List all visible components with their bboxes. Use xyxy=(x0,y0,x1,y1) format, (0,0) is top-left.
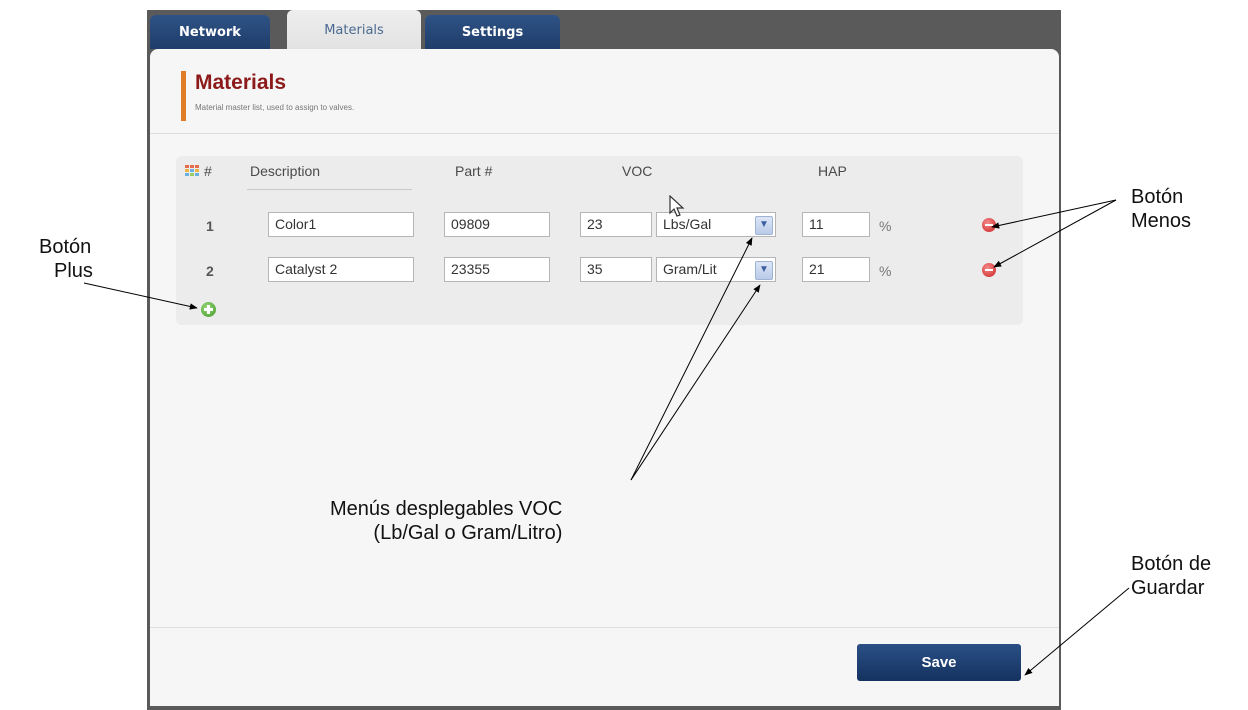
callout-voc-line2: (Lb/Gal o Gram/Litro) xyxy=(373,522,563,544)
add-row-button[interactable] xyxy=(201,302,216,317)
header-accent-bar xyxy=(181,71,186,121)
page-title: Materials xyxy=(195,71,287,94)
callout-save-line2: Guardar xyxy=(1131,577,1205,599)
row-2-voc-input[interactable]: 35 xyxy=(580,257,652,282)
tab-network[interactable]: Network xyxy=(150,15,270,49)
materials-grid xyxy=(176,156,1023,325)
save-button[interactable]: Save xyxy=(857,644,1021,681)
tab-materials[interactable]: Materials xyxy=(287,10,421,50)
grid-icon xyxy=(185,165,199,176)
callout-voc-line1: Menús desplegables VOC xyxy=(330,498,563,520)
callout-minus-line2: Menos xyxy=(1131,210,1192,232)
tab-settings-label: Settings xyxy=(461,24,524,40)
row-2-hap-input[interactable]: 21 xyxy=(802,257,870,282)
callout-save: Botón de Guardar xyxy=(1131,552,1211,600)
callout-plus: Botón Plus xyxy=(39,235,93,283)
tab-materials-label: Materials xyxy=(324,22,384,38)
row-1-hap-input[interactable]: 11 xyxy=(802,212,870,237)
materials-panel: Materials Material master list, used to … xyxy=(150,49,1059,706)
row-1-hap-unit: % xyxy=(879,218,892,234)
callout-save-line1: Botón de xyxy=(1131,553,1212,575)
row-1-number: 1 xyxy=(206,218,214,234)
page-subtitle: Material master list, used to assign to … xyxy=(195,103,355,112)
chevron-down-icon[interactable]: ▼ xyxy=(755,261,773,280)
mouse-cursor-icon xyxy=(669,195,685,217)
chevron-down-icon[interactable]: ▼ xyxy=(755,216,773,235)
callout-voc: Menús desplegables VOC (Lb/Gal o Gram/Li… xyxy=(330,497,562,545)
row-2-voc-unit-select[interactable]: Gram/Lit ▼ xyxy=(656,257,776,282)
callout-minus-line1: Botón xyxy=(1131,186,1184,208)
col-header-num: # xyxy=(204,163,212,179)
callout-plus-line2: Plus xyxy=(54,260,93,282)
row-1-remove-button[interactable] xyxy=(982,218,996,232)
callout-minus: Botón Menos xyxy=(1131,185,1191,233)
row-2-hap-unit: % xyxy=(879,263,892,279)
col-header-voc: VOC xyxy=(622,163,653,179)
divider-top xyxy=(150,133,1059,134)
col-header-part: Part # xyxy=(455,163,493,179)
row-2-number: 2 xyxy=(206,263,214,279)
tab-network-label: Network xyxy=(179,24,241,40)
header-underline xyxy=(247,189,412,190)
callout-plus-line1: Botón xyxy=(39,236,92,258)
tab-settings[interactable]: Settings xyxy=(425,15,560,49)
row-2-voc-unit-value: Gram/Lit xyxy=(663,261,717,277)
row-2-description-input[interactable]: Catalyst 2 xyxy=(268,257,414,282)
row-2-remove-button[interactable] xyxy=(982,263,996,277)
divider-bottom xyxy=(150,627,1059,628)
row-1-voc-input[interactable]: 23 xyxy=(580,212,652,237)
col-header-description: Description xyxy=(250,163,321,179)
row-2-part-input[interactable]: 23355 xyxy=(444,257,550,282)
row-1-description-input[interactable]: Color1 xyxy=(268,212,414,237)
col-header-hap: HAP xyxy=(818,163,847,179)
row-1-part-input[interactable]: 09809 xyxy=(444,212,550,237)
